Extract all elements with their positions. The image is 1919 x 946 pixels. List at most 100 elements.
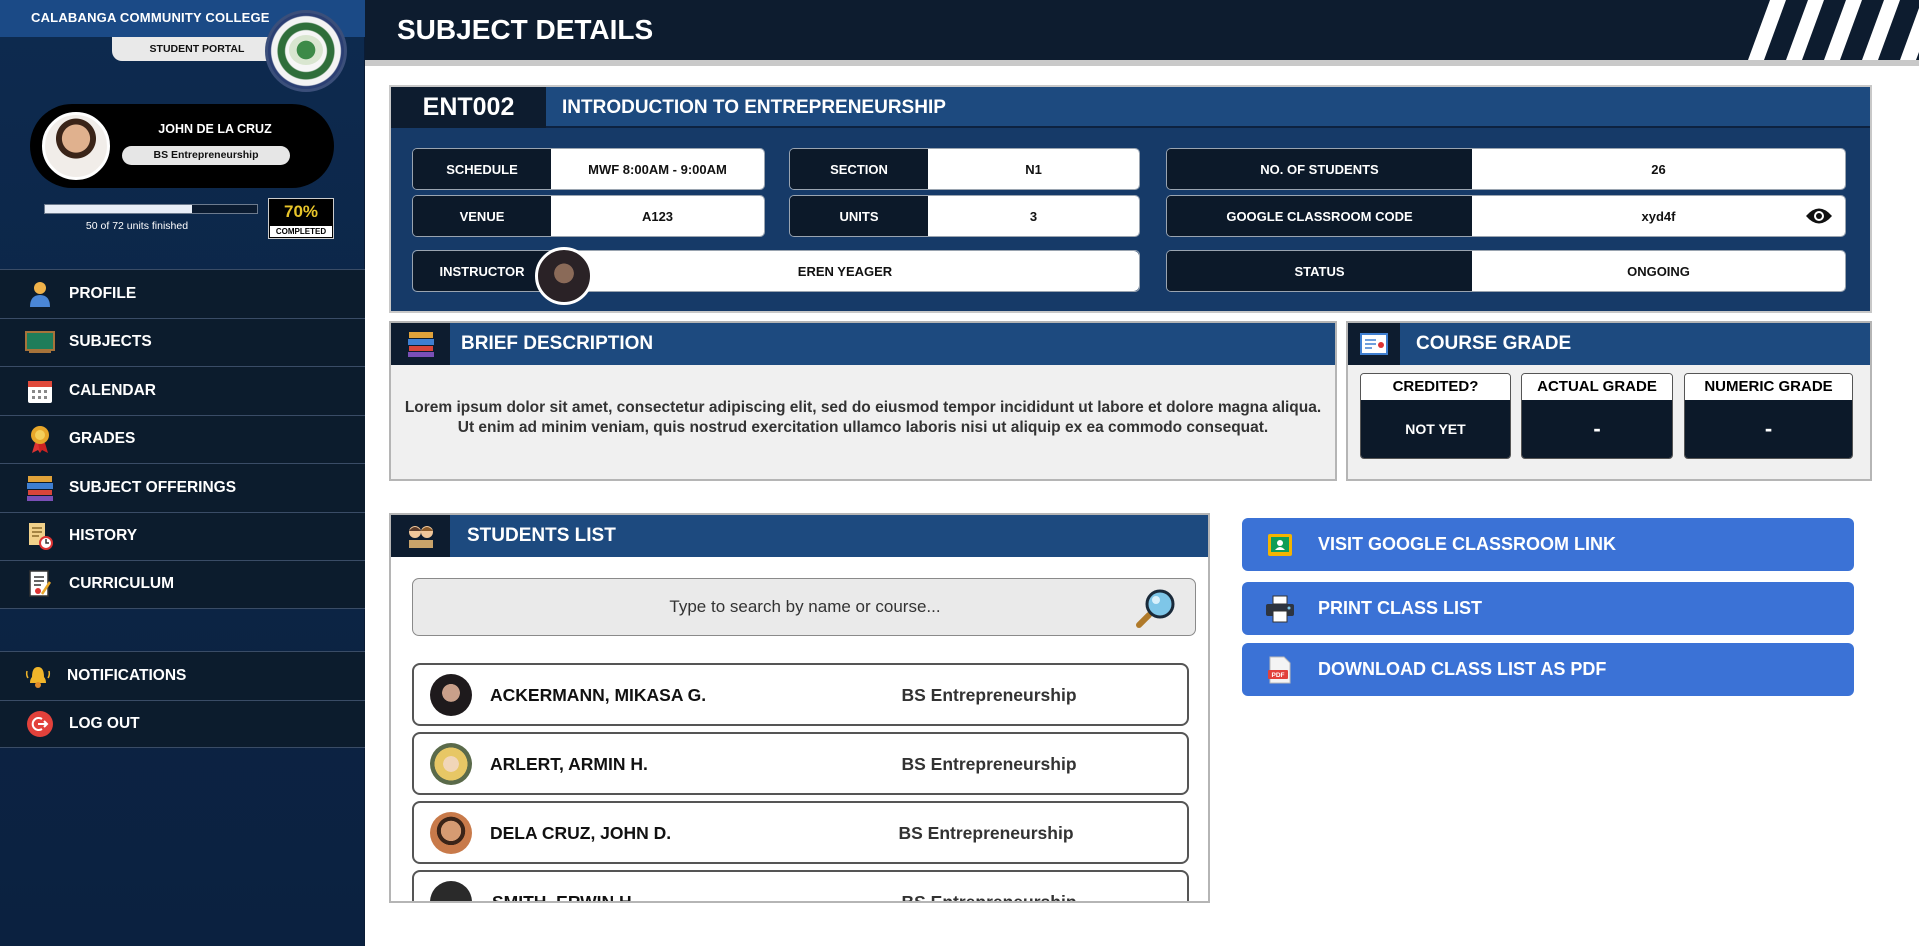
sidebar-item-history[interactable]: HISTORY bbox=[0, 511, 365, 560]
sidebar-item-label: CALENDAR bbox=[69, 381, 156, 399]
credited-box: CREDITED? NOT YET bbox=[1360, 373, 1511, 459]
description-title: BRIEF DESCRIPTION bbox=[461, 333, 654, 354]
students-list-panel: STUDENTS LIST Type to search by name or … bbox=[389, 513, 1210, 903]
students-count-value: 26 bbox=[1472, 149, 1845, 189]
profile-card[interactable]: JOHN DE LA CRUZ BS Entrepreneurship bbox=[30, 104, 334, 188]
classroom-code-field: GOOGLE CLASSROOM CODE xyd4f bbox=[1166, 195, 1846, 237]
visit-classroom-button[interactable]: VISIT GOOGLE CLASSROOM LINK bbox=[1242, 518, 1854, 571]
students-count-field: NO. OF STUDENTS 26 bbox=[1166, 148, 1846, 190]
instructor-field: INSTRUCTOR EREN YEAGER bbox=[412, 247, 1140, 305]
schedule-label: SCHEDULE bbox=[413, 149, 551, 189]
calendar-icon bbox=[25, 377, 55, 405]
actual-grade-value: - bbox=[1522, 400, 1672, 458]
sidebar-item-label: SUBJECT OFFERINGS bbox=[69, 478, 237, 496]
bell-icon bbox=[23, 662, 53, 690]
sidebar-item-curriculum[interactable]: CURRICULUM bbox=[0, 560, 365, 609]
venue-value: A123 bbox=[551, 196, 764, 236]
svg-text:PDF: PDF bbox=[1272, 672, 1285, 679]
student-name: ACKERMANN, MIKASA G. bbox=[490, 685, 707, 705]
student-name: DELA CRUZ, JOHN D. bbox=[490, 823, 672, 843]
certificate-icon bbox=[1348, 323, 1400, 365]
sidebar-item-label: PROFILE bbox=[69, 284, 137, 302]
units-field: UNITS 3 bbox=[789, 195, 1140, 237]
student-name: ARLERT, ARMIN H. bbox=[490, 754, 648, 774]
classroom-code-text: xyd4f bbox=[1641, 208, 1676, 224]
list-item[interactable]: ARLERT, ARMIN H. BS Entrepreneurship bbox=[412, 732, 1189, 795]
actual-grade-label: ACTUAL GRADE bbox=[1522, 374, 1672, 400]
chalkboard-icon bbox=[25, 328, 55, 356]
sidebar-item-grades[interactable]: GRADES bbox=[0, 414, 365, 463]
instructor-avatar bbox=[535, 247, 593, 305]
student-course: BS Entrepreneurship bbox=[901, 754, 1077, 774]
sidebar-item-label: GRADES bbox=[69, 430, 136, 448]
numeric-grade-label: NUMERIC GRADE bbox=[1685, 374, 1852, 400]
page-title: SUBJECT DETAILS bbox=[397, 14, 654, 45]
subject-header: ENT002 INTRODUCTION TO ENTREPRENEURSHIP bbox=[391, 87, 1870, 128]
list-item[interactable]: DELA CRUZ, JOHN D. BS Entrepreneurship bbox=[412, 801, 1189, 864]
schedule-field: SCHEDULE MWF 8:00AM - 9:00AM bbox=[412, 148, 765, 190]
sidebar-item-subject-offerings[interactable]: SUBJECT OFFERINGS bbox=[0, 463, 365, 512]
download-pdf-button[interactable]: PDF DOWNLOAD CLASS LIST AS PDF bbox=[1242, 643, 1854, 696]
status-label: STATUS bbox=[1167, 251, 1472, 291]
avatar bbox=[430, 743, 472, 785]
sidebar-item-profile[interactable]: PROFILE bbox=[0, 269, 365, 318]
students-count-label: NO. OF STUDENTS bbox=[1167, 149, 1472, 189]
header-underline bbox=[365, 60, 1919, 66]
header-stripes bbox=[1748, 0, 1919, 60]
instructor-label: INSTRUCTOR bbox=[413, 251, 551, 291]
avatar bbox=[430, 881, 472, 901]
completion-label: COMPLETED bbox=[270, 226, 332, 237]
user-course: BS Entrepreneurship bbox=[122, 146, 290, 165]
avatar bbox=[430, 674, 472, 716]
units-label: UNITS bbox=[790, 196, 928, 236]
user-name: JOHN DE LA CRUZ bbox=[158, 122, 272, 136]
avatar bbox=[42, 112, 110, 180]
instructor-name: EREN YEAGER bbox=[797, 263, 893, 279]
sidebar-nav: PROFILE SUBJECTS CALENDAR GRADES SUBJECT… bbox=[0, 269, 365, 609]
pdf-icon: PDF bbox=[1262, 655, 1298, 685]
sidebar-item-subjects[interactable]: SUBJECTS bbox=[0, 317, 365, 366]
sidebar-item-logout[interactable]: LOG OUT bbox=[0, 699, 365, 748]
printer-icon bbox=[1262, 594, 1298, 624]
instructor-value: EREN YEAGER bbox=[535, 247, 1139, 305]
sidebar: CALABANGA COMMUNITY COLLEGE STUDENT PORT… bbox=[0, 0, 365, 946]
actual-grade-box: ACTUAL GRADE - bbox=[1521, 373, 1673, 459]
credited-label: CREDITED? bbox=[1361, 374, 1510, 400]
search-placeholder: Type to search by name or course... bbox=[669, 597, 941, 616]
classroom-code-label: GOOGLE CLASSROOM CODE bbox=[1167, 196, 1472, 236]
document-icon bbox=[25, 570, 55, 598]
logout-icon bbox=[25, 710, 55, 738]
college-logo bbox=[265, 10, 347, 92]
student-course: BS Entrepreneurship bbox=[901, 685, 1077, 705]
subject-name: INTRODUCTION TO ENTREPRENEURSHIP bbox=[562, 97, 946, 118]
download-pdf-label: DOWNLOAD CLASS LIST AS PDF bbox=[1318, 659, 1607, 679]
google-classroom-icon bbox=[1262, 530, 1298, 560]
description-header: BRIEF DESCRIPTION bbox=[391, 323, 1335, 365]
units-progress-text: 50 of 72 units finished bbox=[85, 220, 189, 232]
venue-label: VENUE bbox=[413, 196, 551, 236]
avatar bbox=[430, 812, 472, 854]
venue-field: VENUE A123 bbox=[412, 195, 765, 237]
units-value: 3 bbox=[928, 196, 1139, 236]
description-panel: BRIEF DESCRIPTION Lorem ipsum dolor sit … bbox=[389, 321, 1337, 481]
print-class-list-button[interactable]: PRINT CLASS LIST bbox=[1242, 582, 1854, 635]
sidebar-nav-secondary: NOTIFICATIONS LOG OUT bbox=[0, 651, 365, 748]
sidebar-item-notifications[interactable]: NOTIFICATIONS bbox=[0, 651, 365, 700]
completion-percent: 70% bbox=[283, 202, 319, 221]
course-grade-panel: COURSE GRADE CREDITED? NOT YET ACTUAL GR… bbox=[1346, 321, 1872, 481]
scroll-clock-icon bbox=[25, 522, 55, 551]
portal-label: STUDENT PORTAL bbox=[112, 37, 282, 61]
sidebar-item-calendar[interactable]: CALENDAR bbox=[0, 366, 365, 415]
search-icon[interactable] bbox=[1135, 587, 1179, 629]
student-course: BS Entrepreneurship bbox=[898, 823, 1074, 843]
student-search-input[interactable]: Type to search by name or course... bbox=[412, 578, 1196, 636]
sidebar-item-label: CURRICULUM bbox=[69, 575, 175, 593]
course-grade-title: COURSE GRADE bbox=[1416, 333, 1572, 354]
eye-icon[interactable] bbox=[1805, 207, 1833, 225]
subject-info-card: ENT002 INTRODUCTION TO ENTREPRENEURSHIP … bbox=[389, 85, 1872, 313]
list-item[interactable]: ACKERMANN, MIKASA G. BS Entrepreneurship bbox=[412, 663, 1189, 726]
student-course: BS Entrepreneurship bbox=[901, 892, 1077, 903]
list-item[interactable]: SMITH, ERWIN H. BS Entrepreneurship bbox=[412, 870, 1189, 903]
units-progress-bar bbox=[44, 204, 258, 214]
sidebar-item-label: NOTIFICATIONS bbox=[67, 666, 187, 684]
